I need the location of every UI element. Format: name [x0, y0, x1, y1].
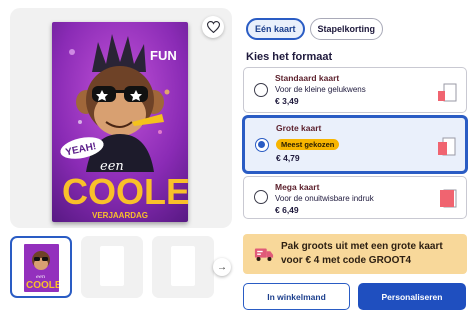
option-name: Grote kaart — [276, 123, 322, 133]
tab-stapelkorting[interactable]: Stapelkorting — [309, 18, 384, 40]
promo-banner: Pak groots uit met een grote kaart voor … — [243, 234, 467, 274]
card-verjaardag-text: VERJAARDAG — [92, 211, 148, 220]
thumbnail-blank-card — [100, 246, 124, 286]
card-coole-text: COOLE — [62, 171, 188, 212]
thumbnail-3[interactable] — [152, 236, 214, 298]
add-to-cart-button[interactable]: In winkelmand — [243, 283, 350, 310]
thumbnail-next-button[interactable]: → — [213, 258, 231, 276]
format-option-groot[interactable]: Grote kaart Meest gekozen € 4,79 — [243, 116, 467, 173]
option-name: Standaard kaart — [275, 73, 340, 83]
option-description: Voor de kleine gelukwens — [275, 85, 366, 94]
promo-text: Pak groots uit met een grote kaart voor … — [281, 241, 443, 266]
product-preview: FUN YEAH! een COOLE VERJAARDAG — [10, 8, 232, 228]
most-chosen-badge: Meest gekozen — [276, 139, 340, 150]
thumbnail-2[interactable] — [81, 236, 143, 298]
delivery-truck-icon — [254, 248, 274, 261]
greeting-card-image[interactable]: FUN YEAH! een COOLE VERJAARDAG — [52, 22, 188, 222]
format-title: Kies het formaat — [246, 51, 333, 63]
option-price: € 6,49 — [275, 205, 299, 215]
option-description: Voor de onuitwisbare indruk — [275, 194, 374, 203]
thumbnail-card-image: een COOLE — [24, 244, 59, 292]
size-comparison-icon — [438, 137, 456, 156]
radio-button-selected[interactable] — [255, 138, 269, 152]
option-price: € 4,79 — [276, 153, 300, 163]
arrow-right-icon: → — [217, 261, 227, 273]
option-name: Mega kaart — [275, 182, 320, 192]
size-comparison-icon — [440, 189, 457, 208]
favorite-button[interactable] — [202, 16, 224, 38]
thumbnail-1[interactable]: een COOLE — [10, 236, 72, 298]
thumbnail-strip: een COOLE — [10, 236, 232, 298]
radio-button[interactable] — [254, 83, 268, 97]
thumbnail-coole-text: COOLE — [26, 280, 59, 291]
format-option-mega[interactable]: Mega kaart Voor de onuitwisbare indruk €… — [243, 176, 467, 219]
format-option-standaard[interactable]: Standaard kaart Voor de kleine gelukwens… — [243, 67, 467, 113]
personalize-button[interactable]: Personaliseren — [358, 283, 466, 310]
tab-een-kaart[interactable]: Eén kaart — [246, 18, 305, 40]
option-price: € 3,49 — [275, 96, 299, 106]
card-fun-text: FUN — [150, 48, 177, 63]
heart-icon — [206, 21, 220, 33]
card-type-tabs: Eén kaart Stapelkorting — [246, 18, 384, 40]
thumbnail-blank-card — [171, 246, 195, 286]
radio-button[interactable] — [254, 190, 268, 204]
size-comparison-icon — [438, 83, 457, 102]
